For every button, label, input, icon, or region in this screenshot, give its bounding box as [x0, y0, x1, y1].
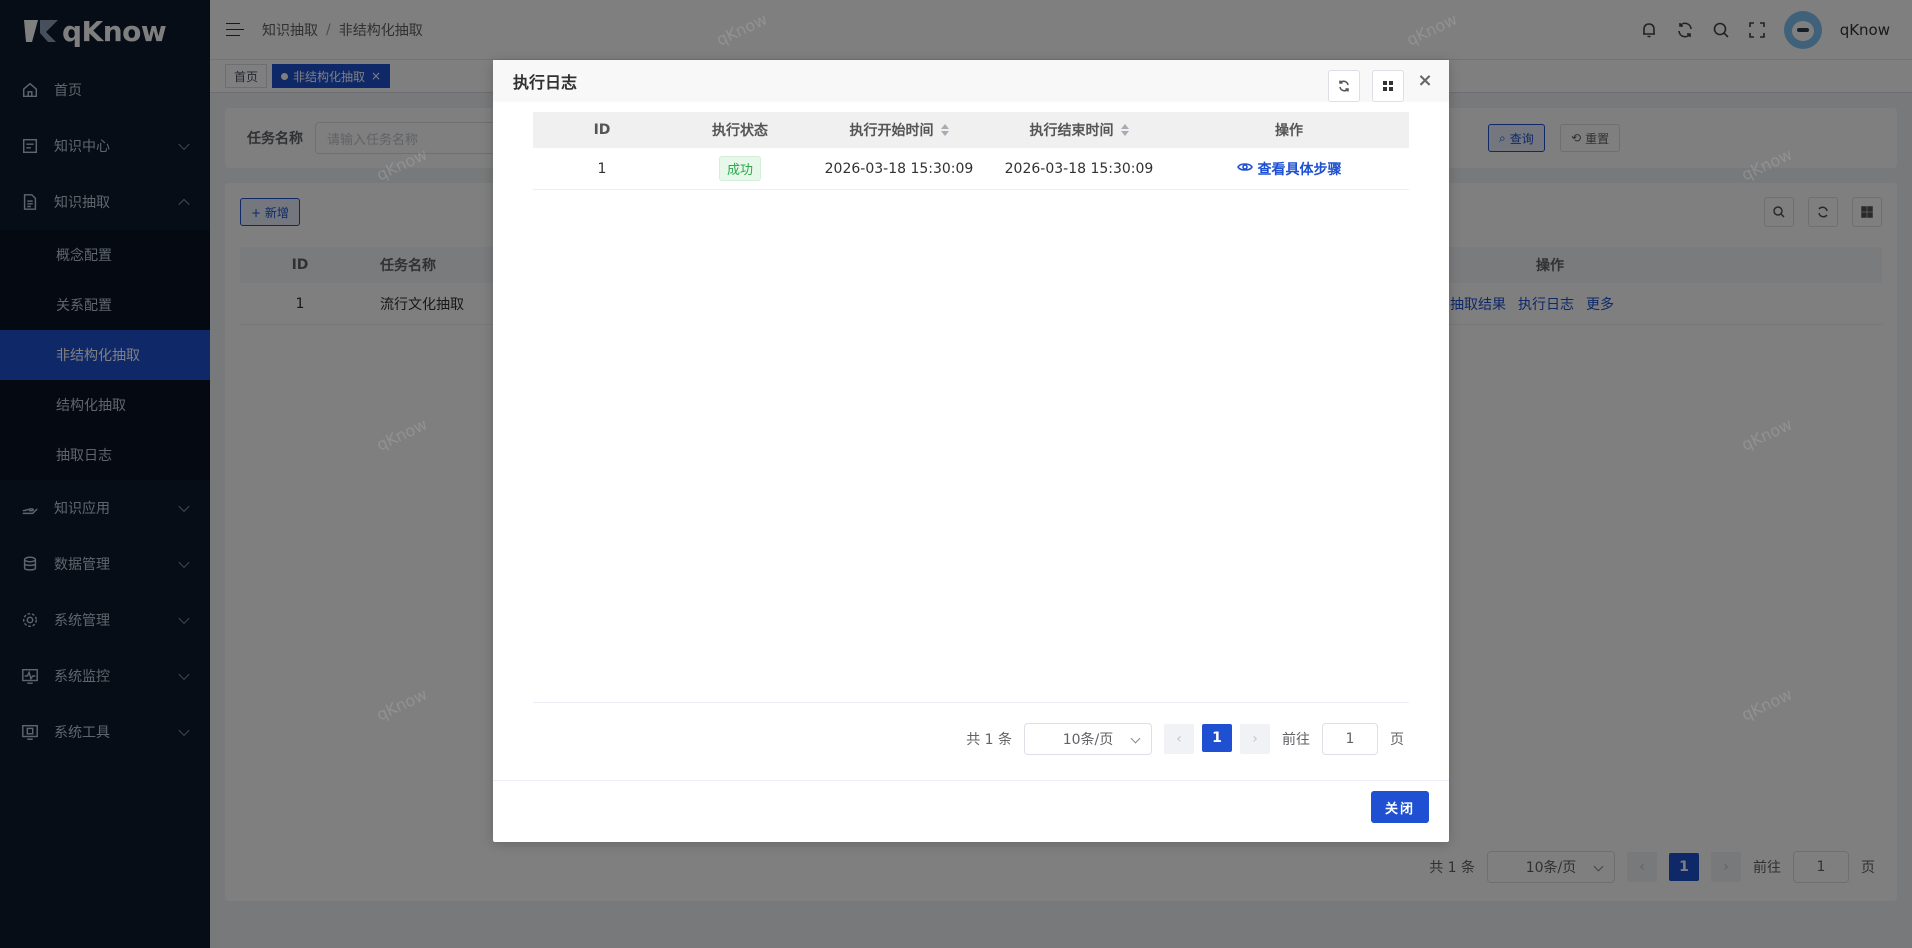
table-bottom-divider — [533, 702, 1409, 703]
column-header-sortable[interactable]: 执行结束时间 — [989, 120, 1169, 140]
execution-log-dialog: 执行日志 × ID 执行状态 执行开始时间 执行结束时间 操作 1 成功 202… — [493, 60, 1449, 842]
cell-end-time: 2026-03-18 15:30:09 — [1004, 160, 1154, 177]
page-size-select[interactable]: 10条/页 — [1024, 723, 1152, 755]
watermark: qKnow — [373, 684, 431, 725]
watermark: qKnow — [373, 414, 431, 455]
dialog-title: 执行日志 — [513, 73, 578, 92]
column-header-sortable[interactable]: 执行开始时间 — [809, 120, 989, 140]
close-icon[interactable]: × — [1415, 70, 1435, 91]
cell-action: 查看具体步骤 — [1169, 159, 1409, 179]
dialog-footer: 关闭 — [493, 780, 1449, 842]
cell-id: 1 — [597, 160, 607, 177]
page-number[interactable]: 1 — [1202, 724, 1232, 752]
total-count: 共 1 条 — [966, 732, 1012, 748]
dialog-header: 执行日志 × — [493, 60, 1449, 102]
watermark: qKnow — [373, 144, 431, 185]
watermark: qKnow — [1738, 684, 1796, 725]
log-table: ID 执行状态 执行开始时间 执行结束时间 操作 1 成功 2026-03-18… — [533, 112, 1409, 190]
chevron-down-icon — [1130, 733, 1141, 744]
eye-icon — [1236, 159, 1253, 179]
goto-page-input[interactable]: 1 — [1322, 723, 1378, 755]
table-row: 1 成功 2026-03-18 15:30:09 2026-03-18 15:3… — [533, 148, 1409, 190]
page-size-value: 10条/页 — [1062, 732, 1114, 748]
sort-icon[interactable] — [940, 124, 949, 136]
column-header-label: 执行开始时间 — [849, 123, 934, 139]
column-header-label: 执行结束时间 — [1029, 123, 1114, 139]
next-page-button[interactable]: › — [1240, 724, 1270, 754]
goto-label: 前往 — [1282, 732, 1310, 748]
cell-start-time: 2026-03-18 15:30:09 — [824, 160, 974, 177]
watermark: qKnow — [1738, 144, 1796, 185]
cell-status: 成功 — [671, 156, 809, 181]
log-table-header: ID 执行状态 执行开始时间 执行结束时间 操作 — [533, 112, 1409, 148]
watermark: qKnow — [1738, 414, 1796, 455]
columns-icon[interactable] — [1372, 70, 1404, 102]
sort-icon[interactable] — [1120, 124, 1129, 136]
column-header: 操作 — [1275, 123, 1303, 139]
watermark: qKnow — [1403, 9, 1461, 50]
refresh-icon[interactable] — [1328, 70, 1360, 102]
view-steps-link[interactable]: 查看具体步骤 — [1236, 159, 1342, 179]
dialog-pagination: 共 1 条 10条/页 ‹ 1 › 前往 1 页 — [966, 723, 1404, 755]
prev-page-button[interactable]: ‹ — [1164, 724, 1194, 754]
watermark: qKnow — [713, 9, 771, 50]
status-badge: 成功 — [718, 156, 761, 181]
column-header: 执行状态 — [712, 123, 768, 139]
column-header: ID — [593, 122, 611, 138]
page-suffix: 页 — [1390, 732, 1404, 748]
view-steps-label: 查看具体步骤 — [1257, 161, 1342, 178]
close-button[interactable]: 关闭 — [1371, 791, 1429, 823]
